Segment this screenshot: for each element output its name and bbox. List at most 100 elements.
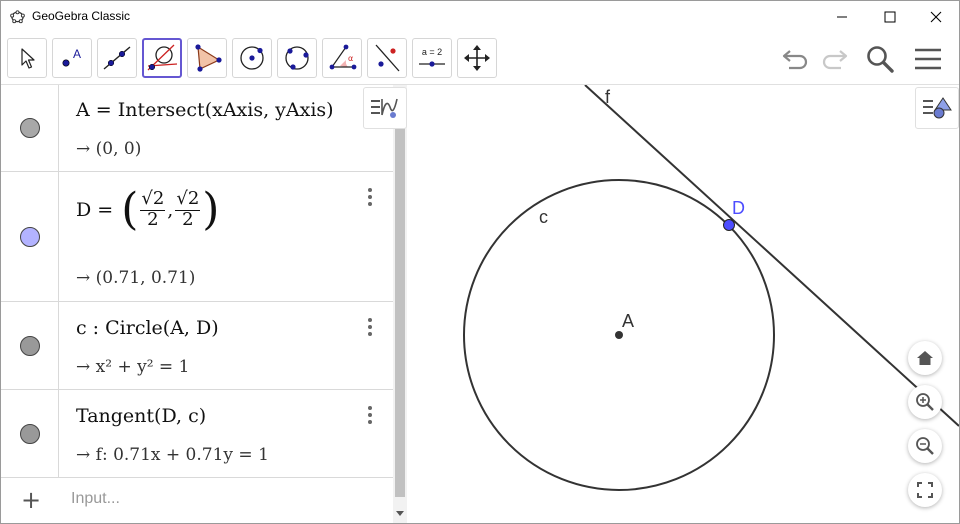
- reflect-tool-button[interactable]: [367, 38, 407, 78]
- algebra-style-bar-icon: [371, 98, 398, 118]
- definition-a[interactable]: A = Intersect(xAxis, yAxis): [76, 99, 334, 121]
- circle-center-point-tool-button[interactable]: [232, 38, 272, 78]
- definition-d-lhs: D =: [76, 198, 114, 221]
- graphics-view[interactable]: f c D A: [415, 85, 959, 523]
- input-bar[interactable]: + Input...: [1, 478, 393, 522]
- zoom-in-icon: [916, 393, 934, 411]
- undo-button[interactable]: [779, 42, 813, 76]
- zoom-in-button[interactable]: [908, 385, 942, 419]
- algebra-style-bar-toggle[interactable]: [363, 87, 407, 129]
- denominator: 2: [147, 208, 159, 230]
- more-options-icon[interactable]: [367, 406, 373, 424]
- fullscreen-button[interactable]: [908, 473, 942, 507]
- algebra-row-a[interactable]: A = Intersect(xAxis, yAxis) → (0, 0): [1, 85, 393, 172]
- line-icon: [103, 46, 131, 70]
- marble-column: [1, 302, 59, 389]
- home-icon: [917, 351, 933, 365]
- polygon-tool-button[interactable]: [187, 38, 227, 78]
- hamburger-menu-icon: [915, 48, 941, 70]
- label-f: f: [605, 87, 611, 107]
- fullscreen-icon: [917, 482, 933, 498]
- move-graphics-view-tool-button[interactable]: [457, 38, 497, 78]
- label-c: c: [539, 207, 548, 227]
- comma: ,: [167, 198, 174, 221]
- more-options-icon[interactable]: [367, 188, 373, 206]
- open-paren: (: [121, 184, 139, 235]
- tangents-tool-button[interactable]: [142, 38, 182, 78]
- tangents-icon: [147, 44, 178, 71]
- numerator: √2: [140, 187, 166, 211]
- tangent-line-f[interactable]: [584, 85, 959, 427]
- graphics-style-bar-icon: [923, 97, 952, 119]
- label-d: D: [732, 198, 745, 218]
- cursor-arrow-icon: [21, 48, 35, 69]
- scroll-down-icon[interactable]: [396, 511, 404, 516]
- line-tool-button[interactable]: [97, 38, 137, 78]
- denominator: 2: [182, 208, 194, 230]
- close-icon: [930, 11, 942, 22]
- search-button[interactable]: [863, 42, 897, 76]
- minimize-button[interactable]: [819, 1, 865, 32]
- fraction-y: √2 2: [175, 187, 201, 230]
- angle-tool-button[interactable]: α: [322, 38, 362, 78]
- svg-text:A: A: [73, 47, 81, 61]
- point-a[interactable]: [615, 331, 623, 339]
- output-f: → f: 0.71x + 0.71y = 1: [76, 445, 269, 465]
- title-bar: GeoGebra Classic: [1, 1, 959, 32]
- circle-center-icon: [240, 46, 264, 70]
- output-d: → (0.71, 0.71): [76, 268, 196, 288]
- graphics-canvas[interactable]: [415, 85, 959, 523]
- slider-icon: a = 2: [419, 47, 445, 67]
- geogebra-logo-icon: [10, 10, 25, 24]
- search-icon: [867, 46, 894, 73]
- visibility-marble[interactable]: [20, 424, 40, 444]
- window-title: GeoGebra Classic: [32, 9, 131, 23]
- svg-text:a = 2: a = 2: [422, 47, 442, 57]
- circle-three-points-tool-button[interactable]: [277, 38, 317, 78]
- slider-tool-button[interactable]: a = 2: [412, 38, 452, 78]
- label-a: A: [622, 311, 635, 331]
- move-arrows-icon: [464, 45, 490, 71]
- definition-c[interactable]: c : Circle(A, D): [76, 317, 219, 339]
- algebra-scrollbar[interactable]: [393, 85, 407, 523]
- algebra-row-f[interactable]: Tangent(D, c) → f: 0.71x + 0.71y = 1: [1, 390, 393, 478]
- point-d[interactable]: [723, 219, 735, 231]
- algebra-row-d[interactable]: D = ( √2 2 , √2 2 ) → (0.71, 0.71): [1, 172, 393, 302]
- toolbar: A α a = 2: [1, 32, 959, 85]
- maximize-button[interactable]: [867, 1, 913, 32]
- graphics-style-bar-toggle[interactable]: [915, 87, 959, 129]
- scrollbar-thumb[interactable]: [395, 125, 405, 497]
- home-button[interactable]: [908, 341, 942, 375]
- move-tool-button[interactable]: [7, 38, 47, 78]
- more-options-icon[interactable]: [367, 318, 373, 336]
- add-icon[interactable]: +: [21, 486, 41, 514]
- undo-icon: [782, 50, 808, 70]
- point-tool-button[interactable]: A: [52, 38, 92, 78]
- algebra-view: A = Intersect(xAxis, yAxis) → (0, 0) D =…: [1, 85, 407, 523]
- maximize-icon: [884, 11, 896, 22]
- polygon-icon: [195, 44, 222, 72]
- reflect-about-line-icon: [375, 44, 400, 72]
- definition-d[interactable]: D = ( √2 2 , √2 2 ): [76, 184, 219, 235]
- svg-text:α: α: [348, 54, 353, 63]
- point-icon: A: [62, 47, 81, 67]
- output-c: → x² + y² = 1: [76, 357, 190, 377]
- close-paren: ): [202, 184, 220, 235]
- zoom-out-icon: [916, 437, 934, 455]
- definition-f[interactable]: Tangent(D, c): [76, 405, 206, 427]
- main-menu-button[interactable]: [911, 42, 945, 76]
- visibility-marble[interactable]: [20, 227, 40, 247]
- redo-button[interactable]: [817, 42, 851, 76]
- close-button[interactable]: [913, 1, 959, 32]
- zoom-out-button[interactable]: [908, 429, 942, 463]
- output-a: → (0, 0): [76, 139, 142, 159]
- geogebra-window: GeoGebra Classic A α a = 2 A = Intersect…: [0, 0, 960, 524]
- marble-column: [1, 172, 59, 301]
- visibility-marble[interactable]: [20, 118, 40, 138]
- algebra-row-c[interactable]: c : Circle(A, D) → x² + y² = 1: [1, 302, 393, 390]
- numerator: √2: [175, 187, 201, 211]
- visibility-marble[interactable]: [20, 336, 40, 356]
- angle-icon: α: [329, 44, 357, 70]
- algebra-input[interactable]: Input...: [71, 490, 120, 508]
- circle-three-points-icon: [285, 46, 309, 70]
